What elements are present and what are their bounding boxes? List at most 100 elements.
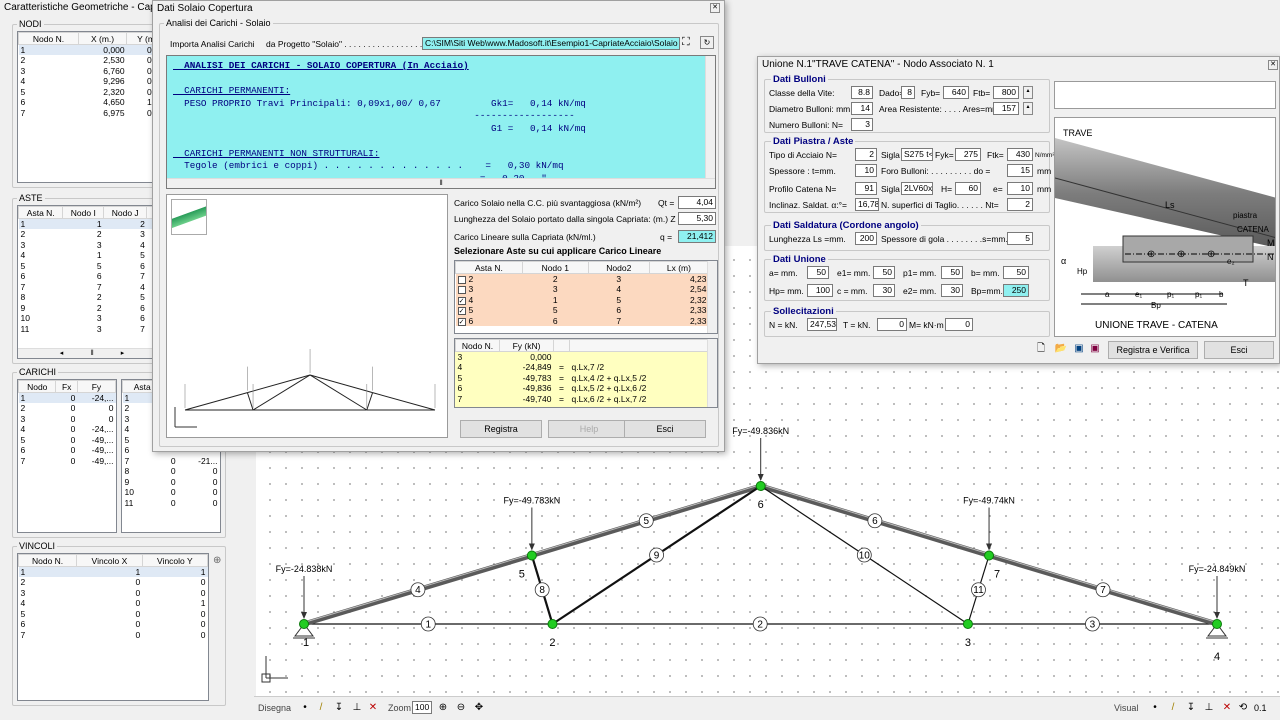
col-header[interactable]: Fy [76, 380, 116, 393]
tipo-input[interactable]: 2 [855, 148, 877, 161]
table-row[interactable]: 2 0 0 [19, 577, 208, 588]
asta-checkbox[interactable]: ✓ [457, 307, 466, 315]
col-header[interactable]: Asta N. [18, 206, 64, 219]
table-row[interactable]: 1 0 -24,... [18, 392, 116, 403]
col-header[interactable] [553, 339, 570, 352]
incl-input[interactable]: 16,78 [855, 198, 879, 211]
table-row[interactable]: 49,2960,00 [19, 76, 166, 87]
force-tool-icon[interactable]: ↧ [332, 702, 346, 714]
table-row[interactable]: 52,3200,70 [19, 87, 166, 98]
table-row[interactable]: 3 0 0 [19, 414, 116, 425]
a-input[interactable]: 50 [807, 266, 829, 279]
table-row[interactable]: 1 1 1 [18, 566, 208, 577]
sigla-input[interactable]: S275 t< [901, 148, 933, 161]
table-row[interactable]: 10 0 0 [123, 487, 220, 498]
table-row[interactable]: 4 0 1 [19, 598, 208, 609]
table-row[interactable]: 667IF [19, 271, 166, 282]
col-header[interactable] [569, 339, 709, 352]
table-row[interactable]: 5 -49,783 = q.Lx,4 /2 + q.Lx,5 /2 [456, 373, 709, 384]
aste-hscroll[interactable]: ◂ ⦀ ▸ [18, 348, 166, 358]
table-row[interactable]: 774IF [19, 282, 166, 293]
table-row[interactable]: 22,5300,00 [19, 55, 166, 66]
close-icon[interactable]: ✕ [710, 3, 720, 13]
support-tool-icon[interactable]: ⊥ [350, 702, 364, 714]
new-icon[interactable]: 🗋 [1034, 343, 1048, 355]
visual-node-icon[interactable]: • [1148, 702, 1162, 714]
table-row[interactable]: 5 0 0 [19, 609, 208, 620]
zoom-input[interactable]: 100 [412, 701, 432, 714]
table-row[interactable]: 1036LV [19, 313, 166, 324]
analisi-text-area[interactable]: ANALISI DEI CARICHI - SOLAIO COPERTURA (… [166, 55, 716, 189]
ftb-input[interactable]: 800 [993, 86, 1019, 99]
ftk-input[interactable]: 430 [1007, 148, 1033, 161]
table-row[interactable]: 4 -24,849 = q.Lx,7 /2 [456, 362, 709, 373]
classe-input[interactable]: 8.8 [851, 86, 873, 99]
table-row[interactable]: 6 0 -49,... [19, 445, 116, 456]
save-as-icon[interactable]: ▣ [1088, 343, 1102, 355]
asta-checkbox[interactable]: ✓ [457, 296, 466, 305]
area-spin-icon[interactable]: ▴ [1023, 102, 1033, 115]
spess-input[interactable]: 10 [855, 164, 877, 177]
diam-input[interactable]: 14 [851, 102, 873, 115]
b-input[interactable]: 50 [1003, 266, 1029, 279]
fyk-input[interactable]: 275 [955, 148, 981, 161]
col-header[interactable]: Nodo [18, 380, 57, 393]
fyb-input[interactable]: 640 [943, 86, 969, 99]
table-row[interactable]: 415IF [19, 250, 166, 261]
col-header[interactable]: Fx [55, 380, 78, 393]
table-row[interactable]: 1122L [18, 218, 166, 229]
col-header[interactable]: Nodo2 [587, 261, 650, 274]
col-header[interactable]: Nodo N. [455, 339, 500, 352]
table-row[interactable]: 926LV [19, 303, 166, 314]
table-row[interactable]: 5 0 -49,... [19, 435, 116, 446]
pan-icon[interactable]: ✥ [472, 702, 486, 714]
col-header[interactable]: Nodo I [62, 206, 105, 219]
nodi-grid[interactable]: Nodo N.X (m.)Y (m 10,0000,0022,5300,0036… [17, 31, 167, 183]
asta-checkbox[interactable] [457, 275, 466, 284]
aste-grid[interactable]: Asta N.Nodo INodo JPr 1122L2232L3342L415… [17, 205, 167, 359]
lung-input[interactable]: 200 [855, 232, 877, 245]
col-header[interactable]: Vincolo Y [141, 554, 208, 567]
bp-input[interactable]: 250 [1003, 284, 1029, 297]
unione-esci-button[interactable]: Esci [1204, 341, 1274, 359]
t-input[interactable]: 0 [877, 318, 907, 331]
asta-checkbox[interactable] [457, 286, 466, 294]
col-header[interactable]: Nodo 1 [521, 261, 589, 274]
table-row[interactable]: 3342L [19, 240, 166, 251]
m-input[interactable]: 0 [945, 318, 973, 331]
table-row[interactable]: 7 -49,740 = q.Lx,6 /2 + q.Lx,7 /2 [456, 394, 709, 405]
asta-checkbox[interactable]: ✓ [457, 317, 466, 326]
table-row[interactable]: 2 0 0 [19, 403, 116, 414]
analisi-hscroll[interactable]: ⦀ [167, 178, 715, 188]
node-tool-icon[interactable]: • [298, 702, 312, 714]
visual-line-icon[interactable]: / [1166, 702, 1180, 714]
table-row[interactable]: 4 0 -24,... [19, 424, 116, 435]
profilo-input[interactable]: 91 [855, 182, 877, 195]
visual-label-icon[interactable]: ✕ [1220, 702, 1234, 714]
sigla2-input[interactable]: 2LV60x [901, 182, 933, 195]
table-row[interactable]: ✓ 4 1 5 2,32 [455, 294, 709, 305]
dado-input[interactable]: 8 [901, 86, 915, 99]
col-header[interactable]: Nodo N. [18, 554, 78, 567]
table-row[interactable]: 7 0 0 [19, 630, 208, 641]
area-input[interactable]: 157 [993, 102, 1019, 115]
visual-refresh-icon[interactable]: ⟲ [1236, 702, 1250, 714]
nsup-input[interactable]: 2 [1007, 198, 1033, 211]
line-tool-icon[interactable]: / [314, 702, 328, 714]
table-row[interactable]: 3 0,000 [456, 352, 709, 363]
q-input[interactable]: 21,412 [678, 230, 716, 243]
e1-input[interactable]: 50 [873, 266, 895, 279]
p1-input[interactable]: 50 [941, 266, 963, 279]
zoom-in-icon[interactable]: ⊕ [436, 702, 450, 714]
col-header[interactable]: Vincolo X [76, 554, 143, 567]
help-button[interactable]: Help [548, 420, 630, 438]
sel-vscroll[interactable] [707, 261, 717, 333]
col-header[interactable]: Fy (kN) [499, 339, 554, 352]
table-row[interactable]: 7 0 -21... [123, 456, 220, 467]
sel-aste-grid[interactable]: Asta N. Nodo 1 Nodo2 Lx (m) 2 2 3 4,23 3 3 4 2,54 ✓… [454, 260, 718, 334]
table-row[interactable]: 9 0 0 [123, 477, 220, 488]
table-row[interactable]: 36,7600,00 [19, 66, 166, 77]
add-vincolo-icon[interactable]: ⊕ [213, 555, 221, 566]
h-input[interactable]: 60 [955, 182, 981, 195]
table-row[interactable]: 11 0 0 [123, 498, 220, 509]
